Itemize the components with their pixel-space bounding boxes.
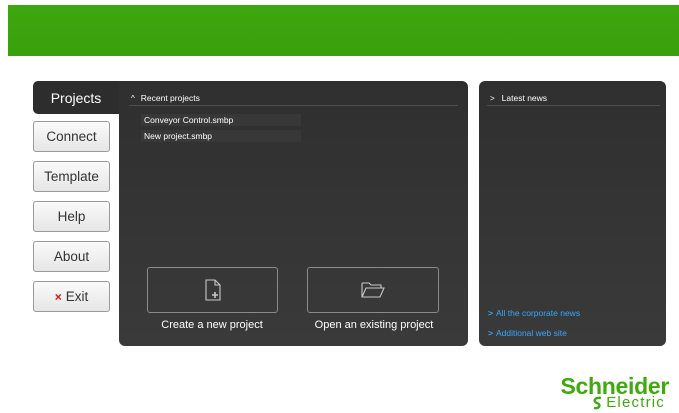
schneider-logo: Schneider Electric (537, 373, 669, 411)
new-file-icon (204, 279, 221, 301)
recent-project-item[interactable]: Conveyor Control.smbp (141, 114, 301, 126)
corporate-news-label: All the corporate news (495, 308, 581, 318)
tab-projects-label: Projects (50, 89, 102, 106)
additional-site-link[interactable]: > Additional web site (488, 328, 567, 338)
connect-label: Connect (46, 129, 97, 144)
life-is-on-icon (593, 396, 602, 409)
chevron-up-icon: ^ (131, 93, 135, 103)
exit-button[interactable]: × Exit (33, 281, 110, 312)
recent-projects-title: Recent projects (140, 93, 200, 103)
template-button[interactable]: Template (33, 161, 110, 192)
latest-news-title: Latest news (501, 93, 548, 103)
help-label: Help (57, 209, 86, 224)
recent-project-item[interactable]: New project.smbp (141, 130, 301, 142)
help-button[interactable]: Help (33, 201, 110, 232)
corporate-news-link[interactable]: > All the corporate news (488, 308, 580, 318)
exit-label: Exit (65, 289, 89, 304)
recent-projects-header[interactable]: ^ Recent projects (129, 91, 458, 106)
logo-text-bottom: Electric (606, 394, 665, 411)
open-project-label[interactable]: Open an existing project (299, 319, 449, 331)
create-project-button[interactable] (147, 267, 278, 313)
chevron-right-icon: > (488, 328, 493, 338)
create-project-label[interactable]: Create a new project (137, 319, 287, 331)
additional-site-label: Additional web site (495, 328, 567, 338)
about-button[interactable]: About (33, 241, 110, 272)
news-panel: > Latest news > All the corporate news > A… (479, 81, 666, 346)
connect-button[interactable]: Connect (33, 121, 110, 152)
template-label: Template (44, 169, 99, 184)
chevron-right-icon: > (488, 308, 493, 318)
projects-panel: ^ Recent projects Conveyor Control.smbp … (119, 81, 468, 346)
tab-projects[interactable]: Projects (33, 81, 119, 114)
open-project-button[interactable] (307, 267, 439, 313)
logo-text-bottom-wrap: Electric (591, 394, 665, 411)
header-bar (8, 5, 679, 56)
folder-icon (361, 282, 385, 298)
about-label: About (53, 249, 90, 264)
latest-news-header[interactable]: > Latest news (487, 91, 660, 106)
close-icon: × (54, 289, 62, 304)
chevron-right-icon: > (490, 93, 495, 103)
